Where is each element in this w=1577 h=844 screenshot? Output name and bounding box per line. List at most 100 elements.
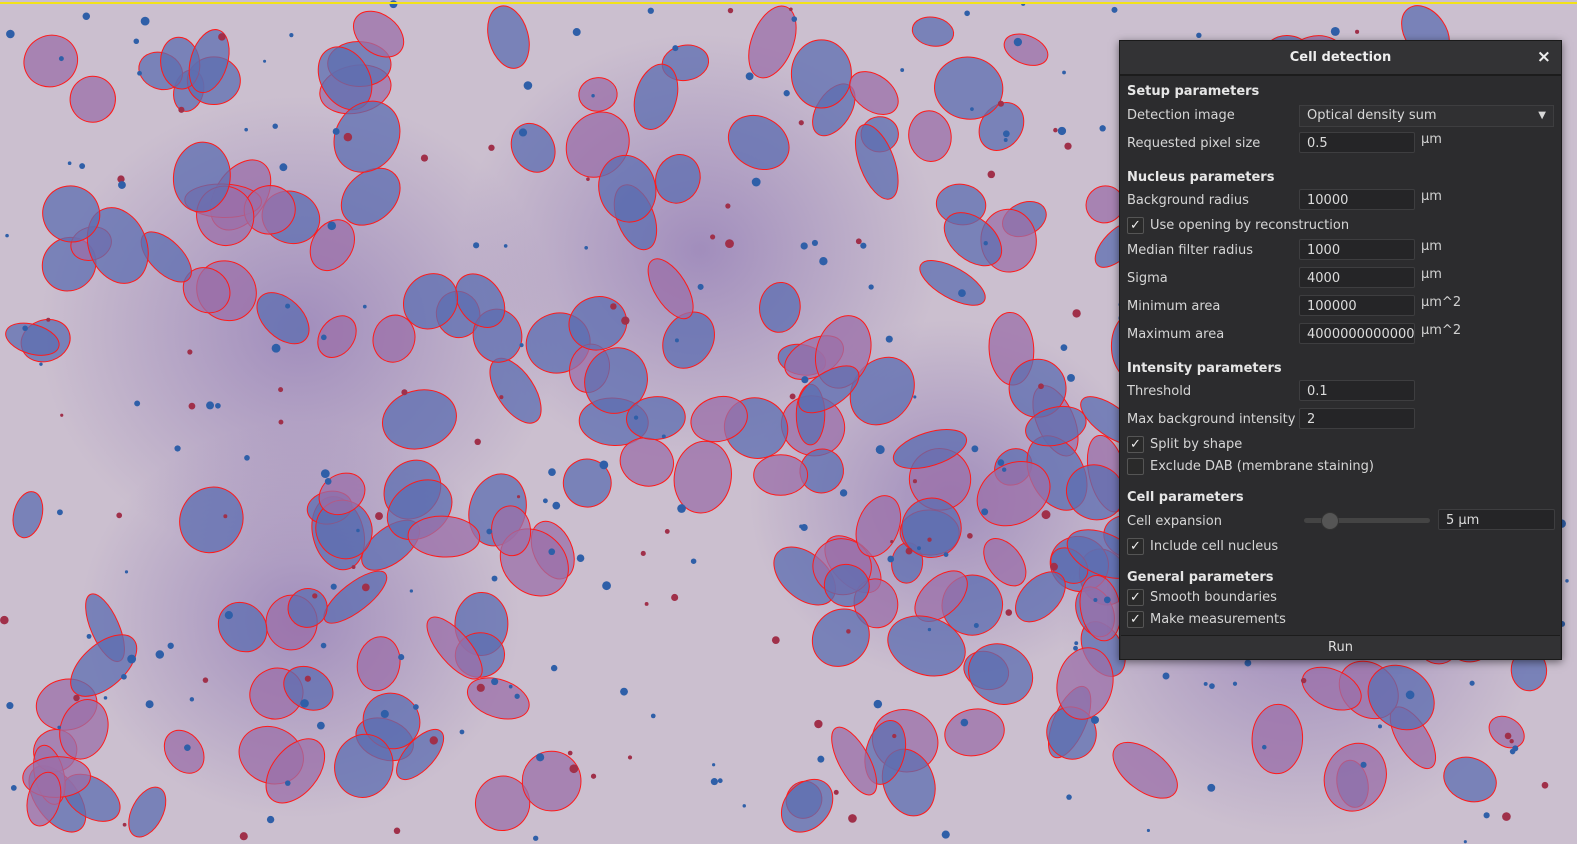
stain-dot bbox=[239, 832, 248, 841]
split-by-shape-checkbox[interactable]: ✓ bbox=[1127, 436, 1144, 453]
stain-dot bbox=[1504, 732, 1512, 740]
stain-dot bbox=[499, 395, 504, 400]
stain-dot bbox=[289, 32, 294, 38]
include-nucleus-checkbox[interactable]: ✓ bbox=[1127, 538, 1144, 555]
cell-expansion-input[interactable]: 5 µm bbox=[1438, 509, 1555, 530]
median-filter-input[interactable]: 1000 bbox=[1299, 239, 1415, 260]
stain-dot bbox=[39, 362, 43, 366]
exclude-dab-checkbox[interactable] bbox=[1127, 458, 1144, 475]
stain-dot bbox=[548, 548, 556, 556]
stain-dot bbox=[327, 221, 337, 231]
stain-dot bbox=[401, 389, 408, 396]
stain-dot bbox=[0, 615, 9, 625]
detection-image-dropdown[interactable]: Optical density sum ▼ bbox=[1299, 105, 1554, 127]
close-icon[interactable]: × bbox=[1537, 47, 1551, 67]
stain-dot bbox=[789, 7, 793, 12]
stain-dot bbox=[155, 650, 165, 659]
threshold-label: Threshold bbox=[1127, 384, 1192, 399]
stain-dot bbox=[819, 257, 828, 266]
stain-dot bbox=[413, 704, 419, 710]
stain-dot bbox=[491, 575, 498, 582]
threshold-input[interactable]: 0.1 bbox=[1299, 380, 1415, 401]
stain-dot bbox=[697, 283, 704, 290]
stain-dot bbox=[167, 642, 174, 649]
stain-dot bbox=[380, 709, 389, 719]
stain-dot bbox=[79, 163, 86, 169]
stain-dot bbox=[958, 289, 966, 298]
cell-outline bbox=[521, 750, 582, 812]
stain-dot bbox=[362, 304, 367, 309]
stain-dot bbox=[320, 642, 327, 649]
split-by-shape-label: Split by shape bbox=[1150, 437, 1243, 452]
stain-dot bbox=[1509, 748, 1516, 755]
stain-dot bbox=[1064, 142, 1072, 150]
stain-dot bbox=[712, 763, 716, 767]
stain-dot bbox=[1360, 761, 1367, 768]
stain-dot bbox=[278, 387, 284, 393]
stain-dot bbox=[57, 725, 62, 730]
stain-dot bbox=[58, 56, 64, 62]
stain-dot bbox=[875, 445, 885, 455]
stain-dot bbox=[1073, 645, 1078, 651]
stain-dot bbox=[284, 780, 291, 786]
stain-dot bbox=[677, 504, 686, 513]
sigma-input[interactable]: 4000 bbox=[1299, 267, 1415, 288]
stain-dot bbox=[745, 72, 754, 81]
stain-dot bbox=[1203, 681, 1208, 686]
stain-dot bbox=[503, 244, 508, 248]
stain-dot bbox=[103, 696, 108, 700]
stain-dot bbox=[124, 570, 129, 574]
stain-dot bbox=[640, 550, 646, 556]
cell-expansion-slider-handle[interactable] bbox=[1321, 512, 1339, 530]
stain-dot bbox=[134, 400, 141, 407]
max-background-intensity-label: Max background intensity bbox=[1127, 412, 1296, 427]
stain-dot bbox=[10, 785, 17, 791]
opening-checkbox[interactable]: ✓ bbox=[1127, 217, 1144, 234]
stain-dot bbox=[1565, 579, 1569, 583]
cell-outline bbox=[790, 39, 852, 109]
stain-dot bbox=[244, 127, 248, 132]
maximum-area-input[interactable]: 4000000000000 bbox=[1299, 323, 1415, 344]
stain-dot bbox=[86, 633, 92, 639]
stain-dot bbox=[121, 673, 127, 680]
stain-dot bbox=[647, 7, 654, 14]
minimum-area-input[interactable]: 100000 bbox=[1299, 295, 1415, 316]
exclude-dab-label: Exclude DAB (membrane staining) bbox=[1150, 459, 1374, 474]
sigma-unit: µm bbox=[1421, 267, 1442, 282]
stain-dot bbox=[1067, 373, 1075, 382]
background-radius-input[interactable]: 10000 bbox=[1299, 189, 1415, 210]
stain-dot bbox=[1405, 690, 1415, 700]
stain-dot bbox=[664, 528, 670, 534]
make-measurements-checkbox[interactable]: ✓ bbox=[1127, 611, 1144, 628]
stain-dot bbox=[1355, 29, 1360, 34]
stain-dot bbox=[970, 107, 974, 112]
stain-dot bbox=[1057, 126, 1067, 136]
stain-dot bbox=[145, 700, 154, 709]
minimum-area-unit: µm^2 bbox=[1421, 295, 1462, 310]
stain-dot bbox=[1099, 125, 1106, 132]
smooth-boundaries-checkbox[interactable]: ✓ bbox=[1127, 589, 1144, 606]
stain-dot bbox=[206, 401, 215, 410]
stain-dot bbox=[1469, 680, 1475, 686]
stain-dot bbox=[82, 12, 91, 20]
stain-dot bbox=[420, 154, 429, 162]
max-background-intensity-input[interactable]: 2 bbox=[1299, 408, 1415, 429]
stain-dot bbox=[860, 242, 867, 249]
stain-dot bbox=[1209, 683, 1215, 690]
stain-dot bbox=[60, 413, 64, 417]
stain-dot bbox=[917, 546, 921, 551]
stain-dot bbox=[187, 349, 193, 355]
stain-dot bbox=[621, 316, 630, 325]
stain-dot bbox=[855, 238, 862, 245]
stain-dot bbox=[1196, 32, 1202, 38]
dialog-titlebar[interactable]: Cell detection × bbox=[1120, 41, 1561, 76]
stain-dot bbox=[1103, 596, 1111, 604]
stain-dot bbox=[533, 835, 539, 841]
cell-outline bbox=[753, 454, 809, 496]
median-filter-label: Median filter radius bbox=[1127, 243, 1253, 258]
detection-image-value: Optical density sum bbox=[1307, 108, 1437, 123]
stain-dot bbox=[552, 501, 561, 510]
stain-dot bbox=[278, 419, 284, 425]
pixel-size-input[interactable]: 0.5 bbox=[1299, 132, 1415, 153]
run-button[interactable]: Run bbox=[1121, 635, 1560, 659]
